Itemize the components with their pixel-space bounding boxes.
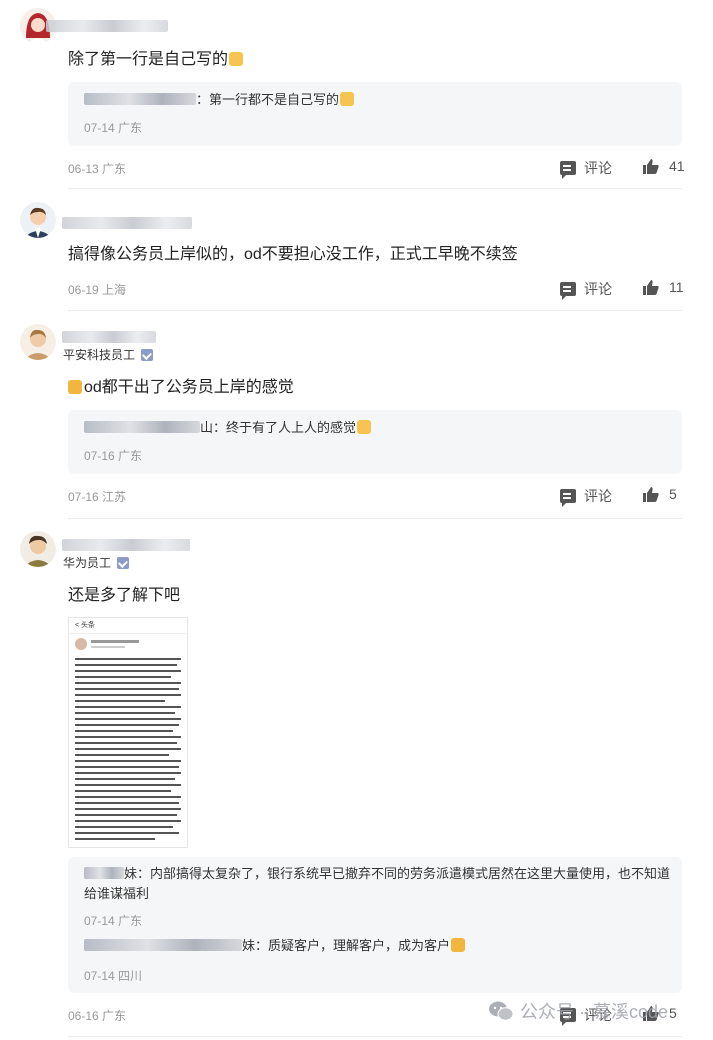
comment-content: od都干出了公务员上岸的感觉	[68, 377, 294, 399]
wechat-icon	[489, 1001, 514, 1021]
comment-icon	[560, 489, 576, 507]
comment-button[interactable]: 评论	[560, 279, 612, 300]
watermark-name: 慕溪code	[593, 1002, 669, 1022]
comment-label: 评论	[584, 160, 612, 176]
emoji-icon	[229, 52, 244, 66]
like-button[interactable]: 11	[643, 279, 684, 295]
reply-text: 山：终于有了人上人的感觉	[84, 418, 674, 438]
avatar[interactable]	[20, 531, 56, 567]
divider	[68, 518, 682, 519]
thumbs-up-icon	[643, 158, 659, 174]
watermark-prefix: 公众号 ·	[520, 1002, 585, 1022]
employer-badge-label: 平安科技员工	[63, 348, 136, 362]
avatar-man-icon	[20, 531, 56, 567]
watermark: 公众号 · 慕溪code	[488, 998, 668, 1024]
verified-icon	[117, 557, 130, 569]
thumbs-up-icon	[643, 486, 659, 502]
emoji-icon	[357, 420, 372, 434]
comment-icon	[560, 282, 576, 300]
like-count: 11	[669, 279, 684, 295]
employer-badge: 平安科技员工	[63, 348, 154, 362]
username-blurred[interactable]	[62, 217, 192, 229]
like-count: 41	[669, 158, 685, 174]
reply-text: 妹：内部搞得太复杂了，银行系统早已撤弃不同的劳务派遣模式居然在这里大量使用，也不…	[84, 866, 671, 901]
username-blurred[interactable]	[62, 539, 190, 551]
avatar-man-icon	[20, 324, 56, 360]
like-button[interactable]: 41	[643, 158, 685, 174]
thumbnail-header: < 头条	[69, 618, 187, 634]
reply-username-blurred[interactable]	[84, 867, 124, 879]
employer-badge-label: 华为员工	[63, 556, 112, 570]
reply-box: ：第一行都不是自己写的 07-14 广东	[68, 82, 682, 146]
emoji-icon	[340, 92, 355, 106]
thumbs-up-icon	[643, 279, 659, 295]
comment-meta: 06-13 广东	[68, 162, 127, 176]
comment-button[interactable]: 评论	[560, 486, 612, 507]
like-count: 5	[669, 1005, 677, 1021]
reply-text: ：第一行都不是自己写的	[84, 90, 674, 110]
verified-icon	[141, 349, 154, 361]
comment-content: 除了第一行是自己写的	[68, 49, 244, 71]
reply-meta: 07-14 四川	[84, 969, 143, 983]
comment-icon	[560, 161, 576, 179]
comment-content: 搞得像公务员上岸似的，od不要担心没工作，正式工早晚不续签	[68, 246, 518, 263]
comment-button[interactable]: 评论	[560, 158, 612, 179]
comment-content: 还是多了解下吧	[68, 587, 181, 604]
employer-badge: 华为员工	[63, 556, 130, 570]
reply-box: 妹：内部搞得太复杂了，银行系统早已撤弃不同的劳务派遣模式居然在这里大量使用，也不…	[68, 857, 682, 993]
emoji-icon	[68, 380, 82, 394]
reply-meta: 07-16 广东	[84, 449, 143, 463]
avatar[interactable]	[20, 202, 56, 238]
comment-label: 评论	[584, 488, 612, 504]
reply-username-blurred[interactable]	[84, 93, 196, 105]
comment-meta: 07-16 江苏	[68, 490, 127, 504]
reply-username-blurred[interactable]	[84, 939, 242, 951]
like-count: 5	[669, 486, 677, 502]
comment-meta: 06-19 上海	[68, 283, 127, 297]
reply-text: 妹：质疑客户，理解客户，成为客户	[84, 936, 674, 956]
attached-image[interactable]: < 头条	[68, 617, 188, 848]
comment-label: 评论	[584, 281, 612, 297]
screenshot-preview-icon	[75, 638, 181, 840]
divider	[68, 310, 682, 311]
comment-meta: 06-16 广东	[68, 1009, 127, 1023]
username-blurred[interactable]	[62, 331, 156, 343]
avatar[interactable]	[20, 324, 56, 360]
reply-meta: 07-14 广东	[84, 914, 143, 928]
emoji-icon	[451, 938, 466, 952]
divider	[68, 1036, 682, 1037]
avatar-man-icon	[20, 202, 56, 238]
username-blurred[interactable]	[46, 20, 168, 32]
like-button[interactable]: 5	[643, 486, 677, 502]
reply-username-blurred[interactable]	[84, 421, 200, 433]
divider	[68, 188, 682, 189]
reply-box: 山：终于有了人上人的感觉 07-16 广东	[68, 410, 682, 474]
reply-meta: 07-14 广东	[84, 121, 143, 135]
